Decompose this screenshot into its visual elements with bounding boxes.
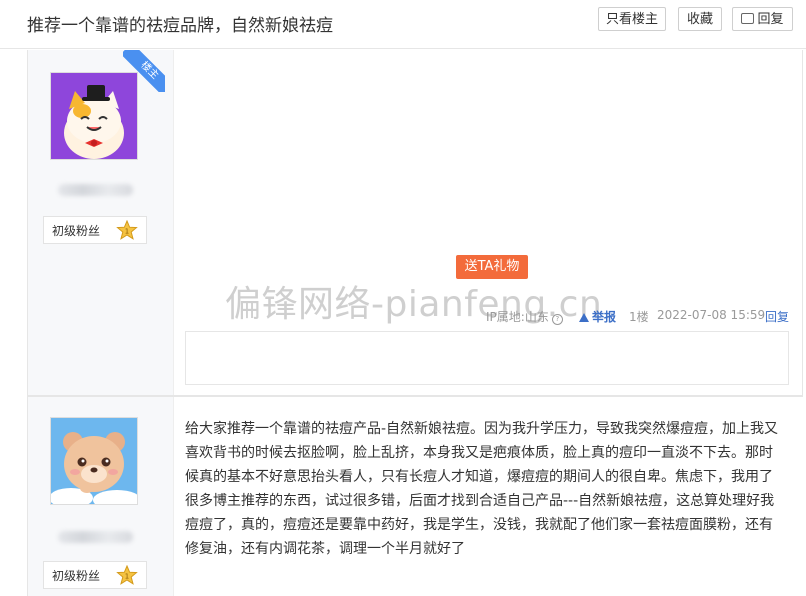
help-icon[interactable]: ?: [551, 314, 563, 325]
reply-area[interactable]: [185, 331, 789, 385]
username-blurred[interactable]: [58, 184, 133, 196]
only-owner-button[interactable]: 只看楼主: [598, 7, 666, 31]
fan-level-label: 初级粉丝: [52, 224, 101, 238]
thread-header: 推荐一个靠谱的祛痘品牌，自然新娘祛痘 只看楼主 收藏 回复: [0, 0, 806, 49]
svg-text:1: 1: [125, 228, 129, 236]
star-icon: 1: [116, 220, 138, 240]
author-panel: 楼主 初级粉丝 1: [28, 50, 174, 395]
star-icon: 1: [116, 565, 138, 585]
fan-level-badge[interactable]: 初级粉丝 1: [43, 216, 147, 244]
reply-link[interactable]: 回复: [765, 308, 789, 325]
post-content: 给大家推荐一个靠谱的祛痘产品-自然新娘祛痘。因为我升学压力，导致我突然爆痘痘，加…: [185, 421, 779, 557]
reply-button[interactable]: 回复: [732, 7, 793, 31]
reply-button-label: 回复: [757, 12, 784, 27]
ip-location: IP属地:山东?: [486, 308, 563, 325]
report-label: 举报: [592, 310, 617, 324]
comment-icon: [741, 13, 755, 24]
thread-title: 推荐一个靠谱的祛痘品牌，自然新娘祛痘: [27, 16, 333, 36]
fan-level-label: 初级粉丝: [52, 569, 101, 583]
favorite-button[interactable]: 收藏: [678, 7, 722, 31]
avatar[interactable]: [50, 417, 138, 505]
floor-number: 1楼: [629, 310, 649, 324]
ip-location-label: IP属地:山东: [486, 310, 549, 324]
bear-avatar-icon: [51, 418, 137, 504]
report-link[interactable]: 举报: [579, 308, 616, 325]
author-panel: 初级粉丝 1: [28, 397, 174, 596]
owner-tag-label: 楼主: [123, 50, 165, 92]
owner-tag: 楼主: [123, 50, 165, 92]
warning-icon: [579, 313, 589, 322]
post-time: 2022-07-08 15:59: [657, 308, 766, 322]
fan-level-badge[interactable]: 初级粉丝 1: [43, 561, 147, 589]
svg-text:1: 1: [125, 573, 129, 581]
post-floor-2: 初级粉丝 1 给大家推荐一个靠谱的祛痘产品-自然新娘祛痘。因为我升学压力，导致我…: [27, 396, 803, 596]
username-blurred[interactable]: [58, 531, 133, 543]
post-floor-1: 楼主 初级粉丝 1 送TA礼物 偏锋网络-pianfeng.cn IP属地:山东…: [27, 50, 803, 396]
